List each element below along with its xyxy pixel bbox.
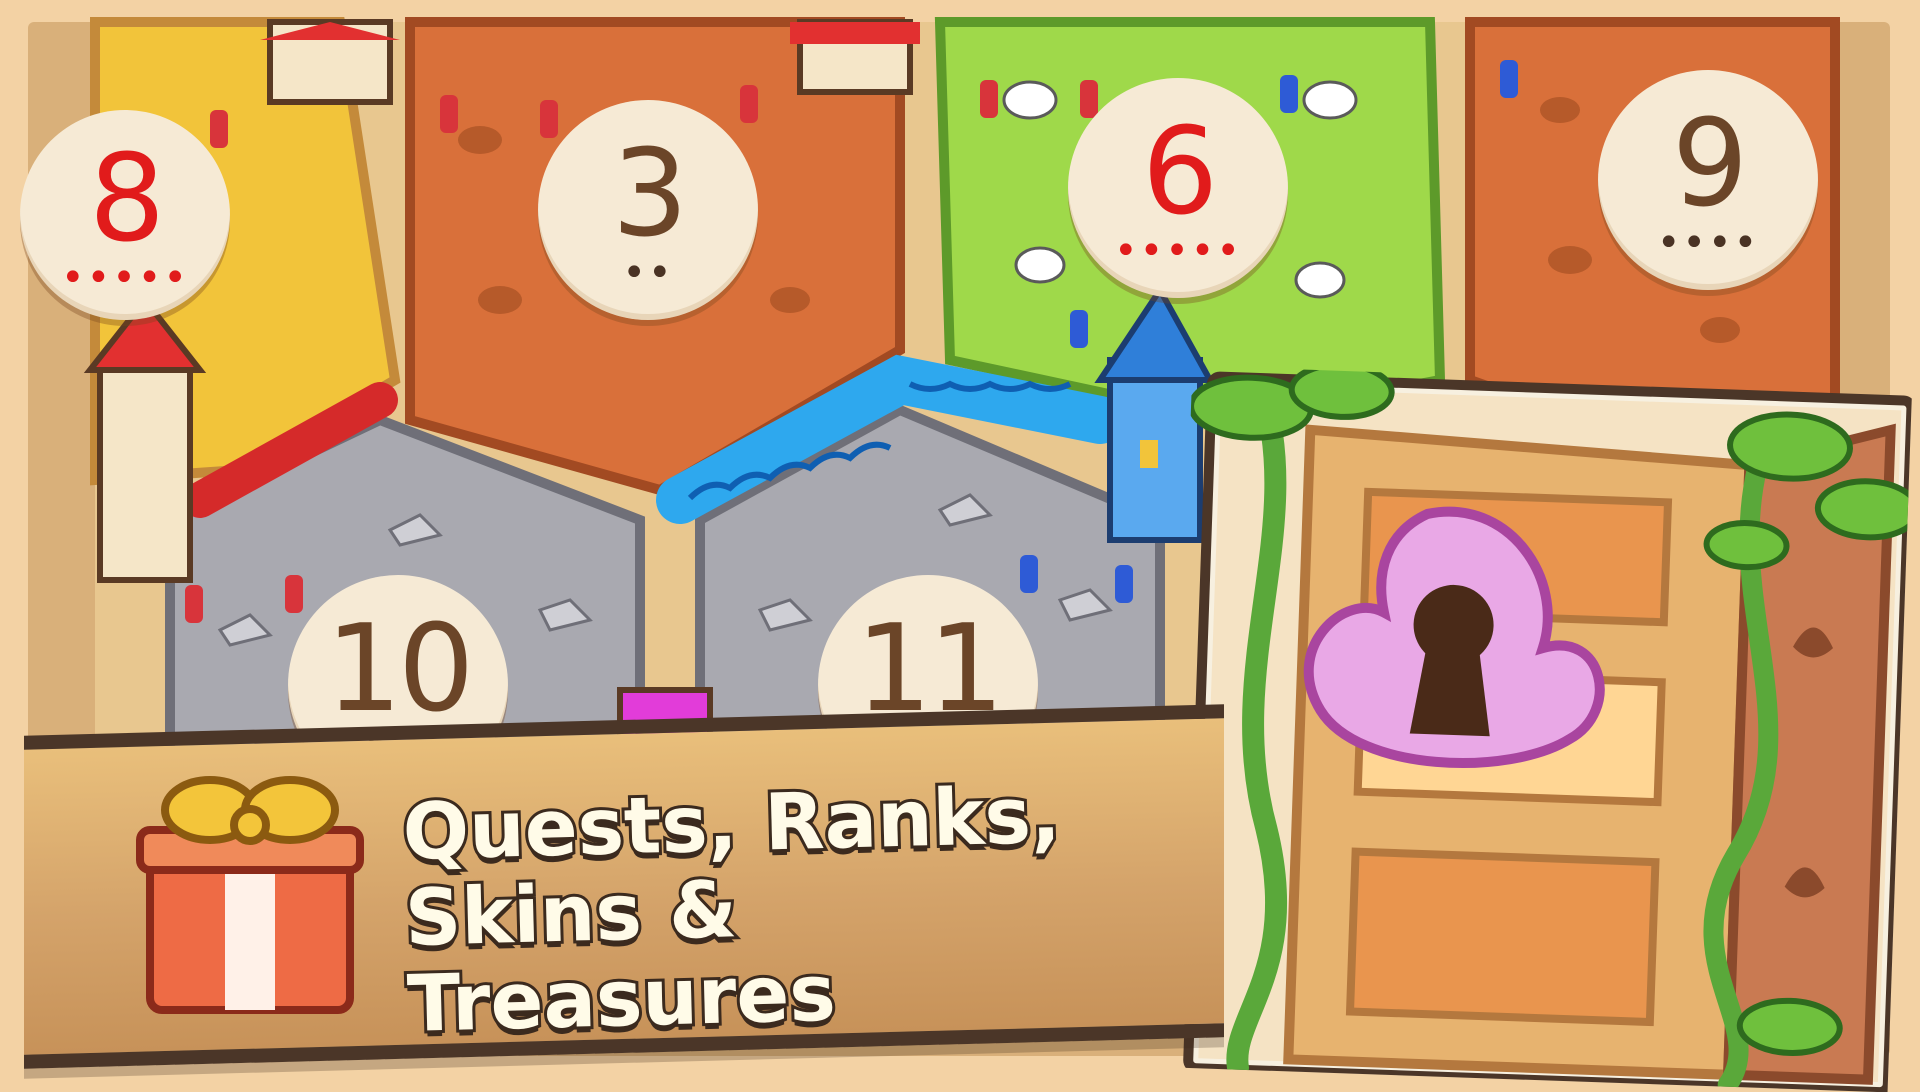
treasure-chest-panel <box>1183 365 1913 1092</box>
worker-icon <box>210 110 228 148</box>
token-dots: ••••• <box>61 255 189 301</box>
worker-icon <box>1080 80 1098 118</box>
token-number: 8 <box>88 130 165 269</box>
banner-line-2: Skins & Treasures <box>401 862 840 1053</box>
token-dots: •• <box>622 250 674 296</box>
worker-icon <box>1500 60 1518 98</box>
house-icon <box>260 19 400 105</box>
banner-line-1: Quests, Ranks, <box>399 768 1065 881</box>
token-number: 9 <box>1671 95 1748 234</box>
game-screenshot: 8 ••••• 3 •• 6 ••••• 9 •••• 10 ••• 11 •• <box>0 0 1920 1092</box>
sheep-icon <box>1294 261 1346 299</box>
worker-icon <box>740 85 758 123</box>
worker-icon <box>980 80 998 118</box>
number-token-9[interactable]: 9 •••• <box>1598 70 1818 290</box>
worker-icon <box>1115 565 1133 603</box>
number-token-6[interactable]: 6 ••••• <box>1068 78 1288 298</box>
token-dots: ••••• <box>1114 228 1242 274</box>
worker-icon <box>1070 310 1088 348</box>
token-dots: •••• <box>1656 220 1760 266</box>
banner-headline: Quests, Ranks, Skins & Treasures <box>399 768 1168 1053</box>
worker-icon <box>1020 555 1038 593</box>
worker-icon <box>440 95 458 133</box>
token-number: 6 <box>1141 103 1218 242</box>
number-token-8[interactable]: 8 ••••• <box>20 110 230 320</box>
sheep-icon <box>1002 80 1058 120</box>
worker-icon <box>540 100 558 138</box>
token-number: 3 <box>611 125 688 264</box>
worker-icon <box>1280 75 1298 113</box>
token-number: 10 <box>325 600 475 739</box>
house-icon <box>790 19 920 95</box>
sheep-icon <box>1302 80 1358 120</box>
sheep-icon <box>1014 246 1066 284</box>
worker-icon <box>185 585 203 623</box>
worker-icon <box>285 575 303 613</box>
gift-box-icon <box>136 776 364 1014</box>
number-token-3[interactable]: 3 •• <box>538 100 758 320</box>
